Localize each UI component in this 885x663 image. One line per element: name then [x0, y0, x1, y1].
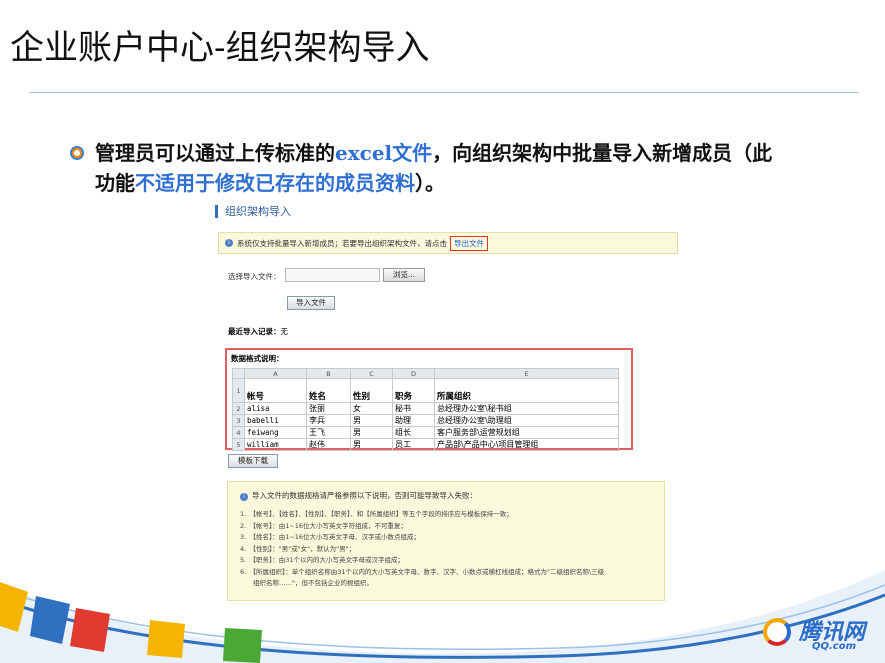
table-cell: 男 [350, 426, 393, 439]
row-number: 1 [232, 378, 245, 403]
table-cell: feiwang [244, 426, 307, 439]
notes-heading: i 导入文件的数据规格请严格参照以下说明，否则可能导致导入失败： [240, 490, 652, 501]
bullet-text: 管理员可以通过上传标准的excel文件，向组织架构中批量导入新增成员（此功能不适… [95, 138, 785, 198]
template-download-button[interactable]: 模板下载 [228, 454, 278, 468]
file-path-input[interactable] [285, 268, 380, 282]
notice-bar: i 系统仅支持批量导入新增成员；若要导出组织架构文件，请点击 导出文件 [218, 232, 678, 254]
table-cell: 女 [350, 402, 393, 415]
table-cell: 赵伟 [306, 438, 351, 451]
table-row: 3 babelli 李兵 男 助理 总经理办公室\助理组 [232, 414, 619, 427]
import-file-button[interactable]: 导入文件 [287, 296, 335, 310]
bullet-icon [70, 146, 84, 160]
title-divider [30, 92, 858, 93]
file-select-label: 选择导入文件： [228, 272, 281, 281]
table-cell: 张丽 [306, 402, 351, 415]
bullet-highlight-warning: 不适用于修改已存在的成员资料 [135, 171, 415, 195]
table-cell: 员工 [392, 438, 435, 451]
table-cell: alisa [244, 402, 307, 415]
screenshot-title: 组织架构导入 [215, 205, 291, 218]
column-header: D [392, 368, 435, 379]
column-header: A [244, 368, 307, 379]
row-number: 5 [232, 438, 245, 451]
bullet-text-part1: 管理员可以通过上传标准的 [95, 141, 335, 165]
table-row: 5 william 赵伟 男 员工 产品部\产品中心\项目管理组 [232, 438, 619, 451]
sheet-header-cell: 所属组织 [434, 378, 619, 403]
column-header: B [306, 368, 351, 379]
table-cell: babelli [244, 414, 307, 427]
slide-title: 企业账户中心-组织架构导入 [10, 28, 430, 68]
table-cell: 李兵 [306, 414, 351, 427]
table-row: 2 alisa 张丽 女 秘书 总经理办公室\秘书组 [232, 402, 619, 415]
table-cell: 男 [350, 414, 393, 427]
table-cell: 客户服务部\运营规划组 [434, 426, 619, 439]
sheet-header-cell: 职务 [392, 378, 435, 403]
info-icon: i [225, 239, 233, 247]
row-number: 2 [232, 402, 245, 415]
notice-text: 系统仅支持批量导入新增成员；若要导出组织架构文件，请点击 [237, 238, 447, 248]
browse-button[interactable]: 浏览... [383, 268, 425, 282]
sample-spreadsheet: A B C D E 1 帐号 姓名 性别 职务 所属组织 2 alisa 张丽 … [232, 368, 619, 451]
table-cell: 产品部\产品中心\项目管理组 [434, 438, 619, 451]
sheet-header-cell: 性别 [350, 378, 393, 403]
qq-logo-icon [763, 618, 791, 646]
format-title: 数据格式说明： [231, 354, 284, 363]
recent-import-label: 最近导入记录： [228, 327, 281, 336]
format-description-box: 数据格式说明： A B C D E 1 帐号 姓名 性别 职务 所属组织 2 a… [225, 348, 633, 451]
table-cell: 秘书 [392, 402, 435, 415]
corner-cell [232, 368, 245, 379]
notes-heading-text: 导入文件的数据规格请严格参照以下说明，否则可能导致导入失败： [252, 491, 477, 500]
table-cell: william [244, 438, 307, 451]
notes-list: 1. 【帐号】、【姓名】、【性别】、【职务】、和【所属组织】等五个字段的排序应与… [240, 509, 652, 590]
table-cell: 助理 [392, 414, 435, 427]
logo-subtext: QQ.com [812, 641, 857, 652]
list-item: 6. 【所属组织】：单个组织名称由31个以内的大小写英文字母、数字、汉字、小数点… [240, 567, 605, 576]
table-cell: 男 [350, 438, 393, 451]
table-cell: 总经理办公室\秘书组 [434, 402, 619, 415]
table-cell: 组长 [392, 426, 435, 439]
list-item: 2. 【帐号】：由1~16位大小写英文字符组成，不可重复； [240, 521, 408, 530]
bullet-highlight-excel: excel文件 [335, 141, 433, 165]
import-notes-box: i 导入文件的数据规格请严格参照以下说明，否则可能导致导入失败： 1. 【帐号】、… [227, 481, 665, 601]
list-item: 3. 【姓名】：由1~16位大小写英文字母、汉字或小数点组成； [240, 533, 421, 541]
table-cell: 王飞 [306, 426, 351, 439]
row-number: 3 [232, 414, 245, 427]
list-item: 组织名称……"，但不包括企业的根组织。 [240, 579, 373, 587]
row-number: 4 [232, 426, 245, 439]
export-file-link[interactable]: 导出文件 [450, 235, 488, 251]
info-icon: i [240, 493, 248, 501]
column-header: C [350, 368, 393, 379]
tencent-logo: 腾讯网 QQ.com [757, 610, 877, 660]
sheet-header-cell: 帐号 [244, 378, 307, 403]
list-item: 5. 【职务】：由31个以内的大小写英文字母或汉字组成； [240, 556, 404, 564]
import-screenshot: 组织架构导入 i 系统仅支持批量导入新增成员；若要导出组织架构文件，请点击 导出… [215, 200, 685, 610]
list-item: 4. 【性别】："男"或"女"，默认为"男"； [240, 544, 356, 553]
sheet-header-cell: 姓名 [306, 378, 351, 403]
table-cell: 总经理办公室\助理组 [434, 414, 619, 427]
recent-import-value: 无 [280, 327, 289, 336]
bullet-text-part3: ）。 [415, 171, 445, 195]
column-header: E [434, 368, 619, 379]
list-item: 1. 【帐号】、【姓名】、【性别】、【职务】、和【所属组织】等五个字段的排序应与… [240, 510, 513, 518]
recent-import-record: 最近导入记录：无 [228, 326, 288, 337]
table-row: 4 feiwang 王飞 男 组长 客户服务部\运营规划组 [232, 426, 619, 439]
